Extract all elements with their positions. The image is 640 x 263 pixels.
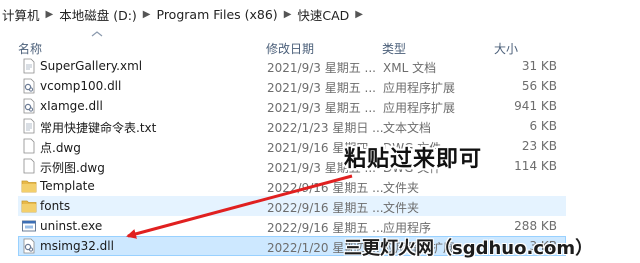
file-name: 点.dwg: [40, 141, 81, 155]
dll-file-icon: [21, 78, 37, 94]
folder-icon: [21, 178, 37, 194]
file-date: 2022/1/23 星期日 ...: [267, 121, 384, 135]
file-name: fonts: [40, 199, 71, 213]
file-name: msimg32.dll: [40, 239, 114, 253]
file-name: Template: [40, 179, 95, 193]
file-date: 2021/9/3 星期五 ...: [267, 101, 376, 115]
column-header-type[interactable]: 类型: [382, 40, 406, 57]
breadcrumb-separator: ▶: [283, 8, 292, 20]
breadcrumb-separator: ▶: [142, 8, 151, 20]
file-row[interactable]: SuperGallery.xml 2021/9/3 星期五 ... XML 文档 31…: [18, 56, 566, 76]
annotation-label: 粘贴过来即可: [344, 147, 483, 172]
breadcrumb-item-program-files[interactable]: Program Files (x86): [157, 7, 278, 22]
column-header-date[interactable]: 修改日期: [266, 40, 314, 57]
dll-file-icon: [21, 238, 37, 254]
file-name: vcomp100.dll: [40, 79, 122, 93]
breadcrumb-separator: ▶: [355, 8, 363, 20]
watermark: 三更灯火网（sgdhuo.com）: [344, 238, 594, 259]
file-date: 2022/9/16 星期五 ...: [267, 181, 384, 195]
file-row[interactable]: 示例图.dwg 2021/9/3 星期五 ... DWG 文件 114 KB: [18, 156, 566, 176]
file-date: 2022/9/16 星期五 ...: [267, 201, 384, 215]
file-date: 2021/9/3 星期五 ...: [267, 61, 376, 75]
folder-icon: [21, 198, 37, 214]
column-header-size[interactable]: 大小: [494, 40, 518, 57]
file-row[interactable]: vcomp100.dll 2021/9/3 星期五 ... 应用程序扩展 56 KB: [18, 76, 566, 96]
file-name: uninst.exe: [40, 219, 103, 233]
file-row[interactable]: fonts 2022/9/16 星期五 ... 文件夹: [18, 196, 566, 216]
file-type: 文件夹: [383, 201, 420, 215]
file-row[interactable]: xIamge.dll 2021/9/3 星期五 ... 应用程序扩展 941 KB: [18, 96, 566, 116]
address-bar[interactable]: 计算机 ▶ 本地磁盘 (D:) ▶ Program Files (x86) ▶ …: [0, 0, 640, 28]
file-type: 应用程序扩展: [383, 101, 456, 115]
exe-file-icon: [21, 218, 37, 234]
file-type: 文本文档: [383, 121, 432, 135]
file-name: 常用快捷键命令表.txt: [40, 121, 157, 135]
dwg-file-icon: [21, 138, 37, 154]
file-name: SuperGallery.xml: [40, 59, 143, 73]
file-row[interactable]: uninst.exe 2022/9/16 星期五 ... 应用程序 288 KB: [18, 216, 566, 236]
file-size: 23 KB: [521, 139, 557, 153]
file-type: 文件夹: [383, 181, 420, 195]
file-size: 56 KB: [521, 79, 557, 93]
dwg-file-icon: [21, 158, 37, 174]
column-header: 名称 修改日期 类型 大小: [0, 36, 640, 58]
breadcrumb-item-current-folder[interactable]: 快速CAD: [297, 5, 349, 24]
dll-file-icon: [21, 98, 37, 114]
file-type: 应用程序扩展: [383, 81, 456, 95]
breadcrumb-item-computer[interactable]: 计算机: [2, 5, 40, 24]
breadcrumb-separator: ▶: [45, 8, 54, 20]
text-file-icon: [21, 118, 37, 134]
file-type: XML 文档: [383, 61, 437, 75]
file-size: 6 KB: [529, 119, 557, 133]
breadcrumb-item-drive[interactable]: 本地磁盘 (D:): [59, 5, 137, 24]
xml-file-icon: [21, 58, 37, 74]
file-size: 941 KB: [514, 99, 557, 113]
file-size: 288 KB: [514, 219, 557, 233]
file-row[interactable]: 常用快捷键命令表.txt 2022/1/23 星期日 ... 文本文档 6 KB: [18, 116, 566, 136]
file-size: 31 KB: [521, 59, 557, 73]
file-name: 示例图.dwg: [40, 161, 105, 175]
file-row[interactable]: 点.dwg 2021/9/16 星期四 ... DWG 文件 23 KB: [18, 136, 566, 156]
file-name: xIamge.dll: [40, 99, 103, 113]
file-row[interactable]: Template 2022/9/16 星期五 ... 文件夹: [18, 176, 566, 196]
file-size: 114 KB: [514, 159, 557, 173]
file-date: 2021/9/3 星期五 ...: [267, 81, 376, 95]
column-header-name[interactable]: 名称: [18, 40, 42, 57]
